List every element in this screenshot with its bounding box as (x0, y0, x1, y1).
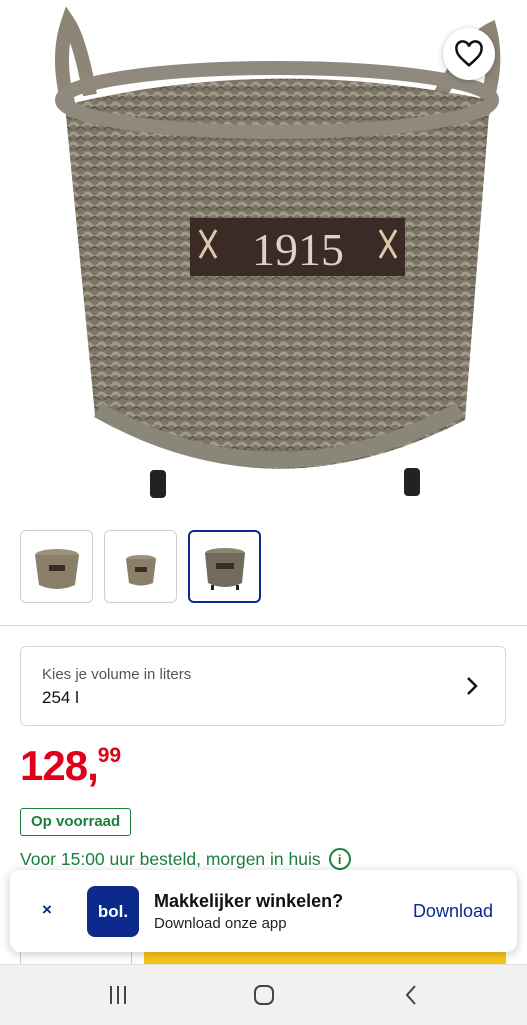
basket-thumb-icon (125, 554, 156, 585)
section-divider (0, 625, 527, 626)
banner-subtitle: Download onze app (154, 915, 287, 932)
close-banner-button[interactable]: × (42, 900, 52, 920)
basket-label-text: 1915 (252, 224, 344, 275)
recents-icon[interactable] (106, 983, 130, 1007)
delivery-info: Voor 15:00 uur besteld, morgen in huis i (20, 848, 351, 870)
banner-title: Makkelijker winkelen? (154, 891, 344, 911)
price: 128,99 (20, 742, 121, 790)
stock-badge: Op voorraad (20, 808, 132, 836)
favorite-button[interactable] (443, 28, 495, 80)
system-navigation-bar (0, 964, 527, 1025)
info-icon[interactable]: i (328, 848, 351, 870)
heart-icon (455, 40, 483, 67)
basket-thumb-icon (204, 547, 245, 590)
home-icon[interactable] (252, 983, 276, 1007)
volume-label: Kies je volume in liters (42, 666, 192, 683)
thumbnail-1[interactable] (20, 530, 93, 603)
chevron-right-icon (467, 677, 478, 695)
back-icon[interactable] (400, 983, 424, 1007)
thumbnail-strip (20, 530, 261, 603)
product-image[interactable]: 1915 (0, 0, 527, 515)
volume-value: 254 l (42, 688, 79, 707)
basket-image: 1915 (55, 6, 501, 498)
price-cents: 99 (97, 744, 122, 767)
app-download-banner: × bol. Makkelijker winkelen? Download on… (10, 870, 517, 952)
basket-thumb-icon (34, 548, 79, 589)
delivery-text: Voor 15:00 uur besteld, morgen in huis (20, 848, 321, 869)
price-main: 128, (20, 742, 99, 789)
bol-logo: bol. (87, 886, 139, 937)
thumbnail-3[interactable] (188, 530, 261, 603)
thumbnail-2[interactable] (104, 530, 177, 603)
download-button[interactable]: Download (413, 901, 493, 922)
volume-selector[interactable]: Kies je volume in liters 254 l (20, 646, 506, 726)
